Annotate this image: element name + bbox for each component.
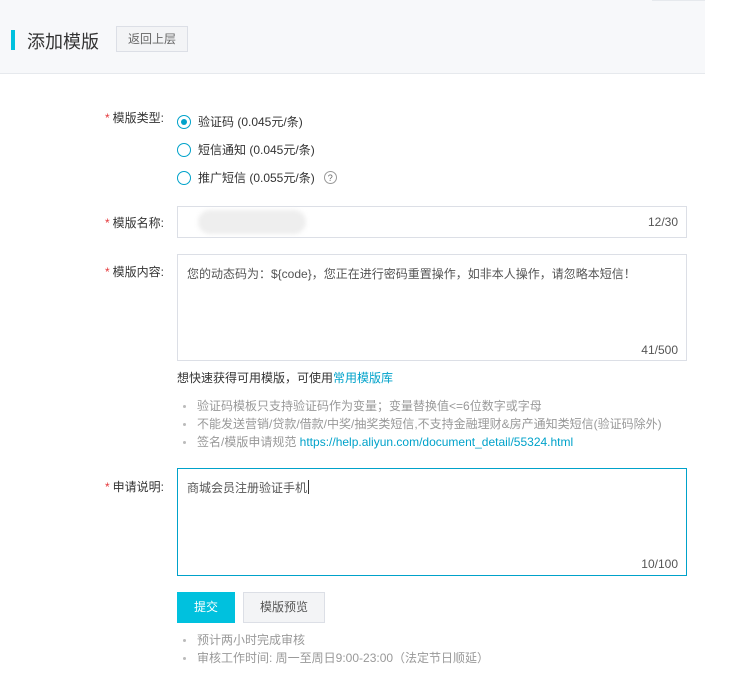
required-mark: * [105, 216, 110, 230]
name-counter: 12/30 [647, 215, 678, 229]
tip-item: 签名/模版申请规范 https://help.aliyun.com/docume… [183, 433, 662, 451]
review-tips: 预计两小时完成审核 审核工作时间: 周一至周日9:00-23:00（法定节日顺延… [183, 631, 489, 667]
template-type-label: * 模版类型: [105, 111, 165, 125]
spec-doc-link[interactable]: https://help.aliyun.com/document_detail/… [300, 435, 574, 449]
tip-item: 不能发送营销/贷款/借款/中奖/抽奖类短信,不支持金融理财&房产通知类短信(验证… [183, 415, 662, 433]
redacted-name-value [198, 210, 306, 234]
required-mark: * [105, 480, 110, 494]
page-title: 添加模版 [27, 32, 99, 52]
required-mark: * [105, 111, 110, 125]
radio-unchecked-icon [177, 170, 191, 185]
radio-unchecked-icon [177, 142, 191, 157]
tip-item: 审核工作时间: 周一至周日9:00-23:00（法定节日顺延） [183, 649, 489, 667]
template-content-label: * 模版内容: [105, 265, 165, 279]
template-content-value: 您的动态码为：${code}，您正在进行密码重置操作，如非本人操作，请忽略本短信… [187, 267, 636, 281]
reason-counter: 10/100 [641, 557, 678, 571]
text-caret [308, 480, 310, 494]
required-mark: * [105, 265, 110, 279]
title-accent-bar [11, 30, 15, 50]
radio-promo-sms[interactable]: 推广短信 (0.055元/条) ? [177, 169, 337, 186]
help-icon[interactable]: ? [323, 171, 337, 184]
template-name-input[interactable]: 12/30 [177, 206, 687, 238]
template-name-label: * 模版名称: [105, 216, 165, 230]
radio-verification-code[interactable]: 验证码 (0.045元/条) [177, 113, 303, 130]
tip-item: 验证码模板只支持验证码作为变量；变量替换值<=6位数字或字母 [183, 397, 662, 415]
content-counter: 41/500 [641, 343, 678, 357]
quick-template-hint: 想快速获得可用模版，可使用常用模版库 [177, 371, 394, 385]
preview-button[interactable]: 模版预览 [243, 592, 325, 623]
template-library-link[interactable]: 常用模版库 [333, 371, 393, 385]
reason-value: 商城会员注册验证手机 [187, 480, 310, 495]
reason-textarea[interactable]: 商城会员注册验证手机 10/100 [177, 468, 687, 576]
template-content-textarea[interactable]: 您的动态码为：${code}，您正在进行密码重置操作，如非本人操作，请忽略本短信… [177, 254, 687, 361]
top-divider [652, 0, 705, 1]
reason-label: * 申请说明: [105, 480, 165, 494]
back-button[interactable]: 返回上层 [116, 26, 188, 52]
submit-button[interactable]: 提交 [177, 592, 235, 623]
tip-item: 预计两小时完成审核 [183, 631, 489, 649]
radio-sms-notice[interactable]: 短信通知 (0.045元/条) [177, 141, 315, 158]
radio-checked-icon [177, 114, 191, 129]
page-header: 添加模版 返回上层 [0, 0, 705, 74]
content-tips: 验证码模板只支持验证码作为变量；变量替换值<=6位数字或字母 不能发送营销/贷款… [183, 397, 662, 451]
